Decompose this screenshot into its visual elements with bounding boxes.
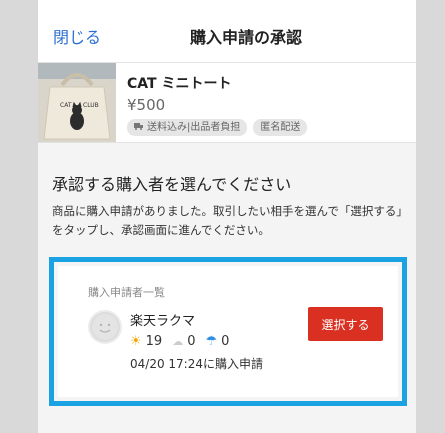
rating-stats: ☀ 19 ☁ 0 ☂ 0	[130, 334, 229, 349]
instruction-heading: 承認する購入者を選んでください	[52, 175, 292, 194]
applicant-username[interactable]: 楽天ラクマ	[130, 310, 195, 329]
shipping-tag-label: 送料込み|出品者負担	[147, 122, 241, 133]
truck-icon	[134, 121, 144, 134]
product-summary[interactable]: CAT CLUB CAT ミニトート ¥500 送料込み|出品者負担 匿名配送	[38, 63, 416, 143]
product-tags: 送料込み|出品者負担 匿名配送	[127, 119, 308, 136]
good-rating: ☀ 19	[130, 334, 162, 349]
anonymous-shipping-tag: 匿名配送	[253, 119, 308, 136]
normal-count: 0	[187, 334, 196, 349]
product-name: CAT ミニトート	[127, 76, 232, 92]
normal-rating: ☁ 0	[172, 334, 195, 349]
select-button[interactable]: 選択する	[308, 307, 383, 341]
shipping-tag: 送料込み|出品者負担	[127, 119, 248, 136]
request-timestamp: 04/20 17:24に購入申請	[130, 357, 263, 371]
cloud-icon: ☁	[172, 335, 184, 348]
page-title: 購入申請の承認	[189, 28, 302, 47]
svg-text:CLUB: CLUB	[83, 102, 99, 109]
umbrella-icon: ☂	[205, 334, 218, 349]
instruction-text: 商品に購入申請がありました。取引したい相手を選んで「選択する」をタップし、承認画…	[52, 204, 408, 237]
applicant-list-card: 購入申請者一覧 楽天ラクマ ☀ 19 ☁ 0 ☂ 0 04/20 17:24に購…	[58, 266, 398, 397]
anonymous-shipping-label: 匿名配送	[260, 122, 301, 133]
avatar[interactable]	[88, 310, 122, 344]
applicant-list-highlight: 購入申請者一覧 楽天ラクマ ☀ 19 ☁ 0 ☂ 0 04/20 17:24に購…	[49, 257, 407, 406]
applicant-list-title: 購入申請者一覧	[88, 286, 165, 299]
bad-count: 0	[221, 334, 230, 349]
top-bar: 閉じる 購入申請の承認	[38, 0, 416, 63]
good-count: 19	[145, 334, 163, 349]
product-price: ¥500	[127, 96, 166, 114]
sun-icon: ☀	[130, 334, 142, 349]
bad-rating: ☂ 0	[205, 334, 229, 349]
svg-text:CAT: CAT	[60, 102, 72, 109]
product-thumbnail: CAT CLUB	[38, 63, 116, 142]
